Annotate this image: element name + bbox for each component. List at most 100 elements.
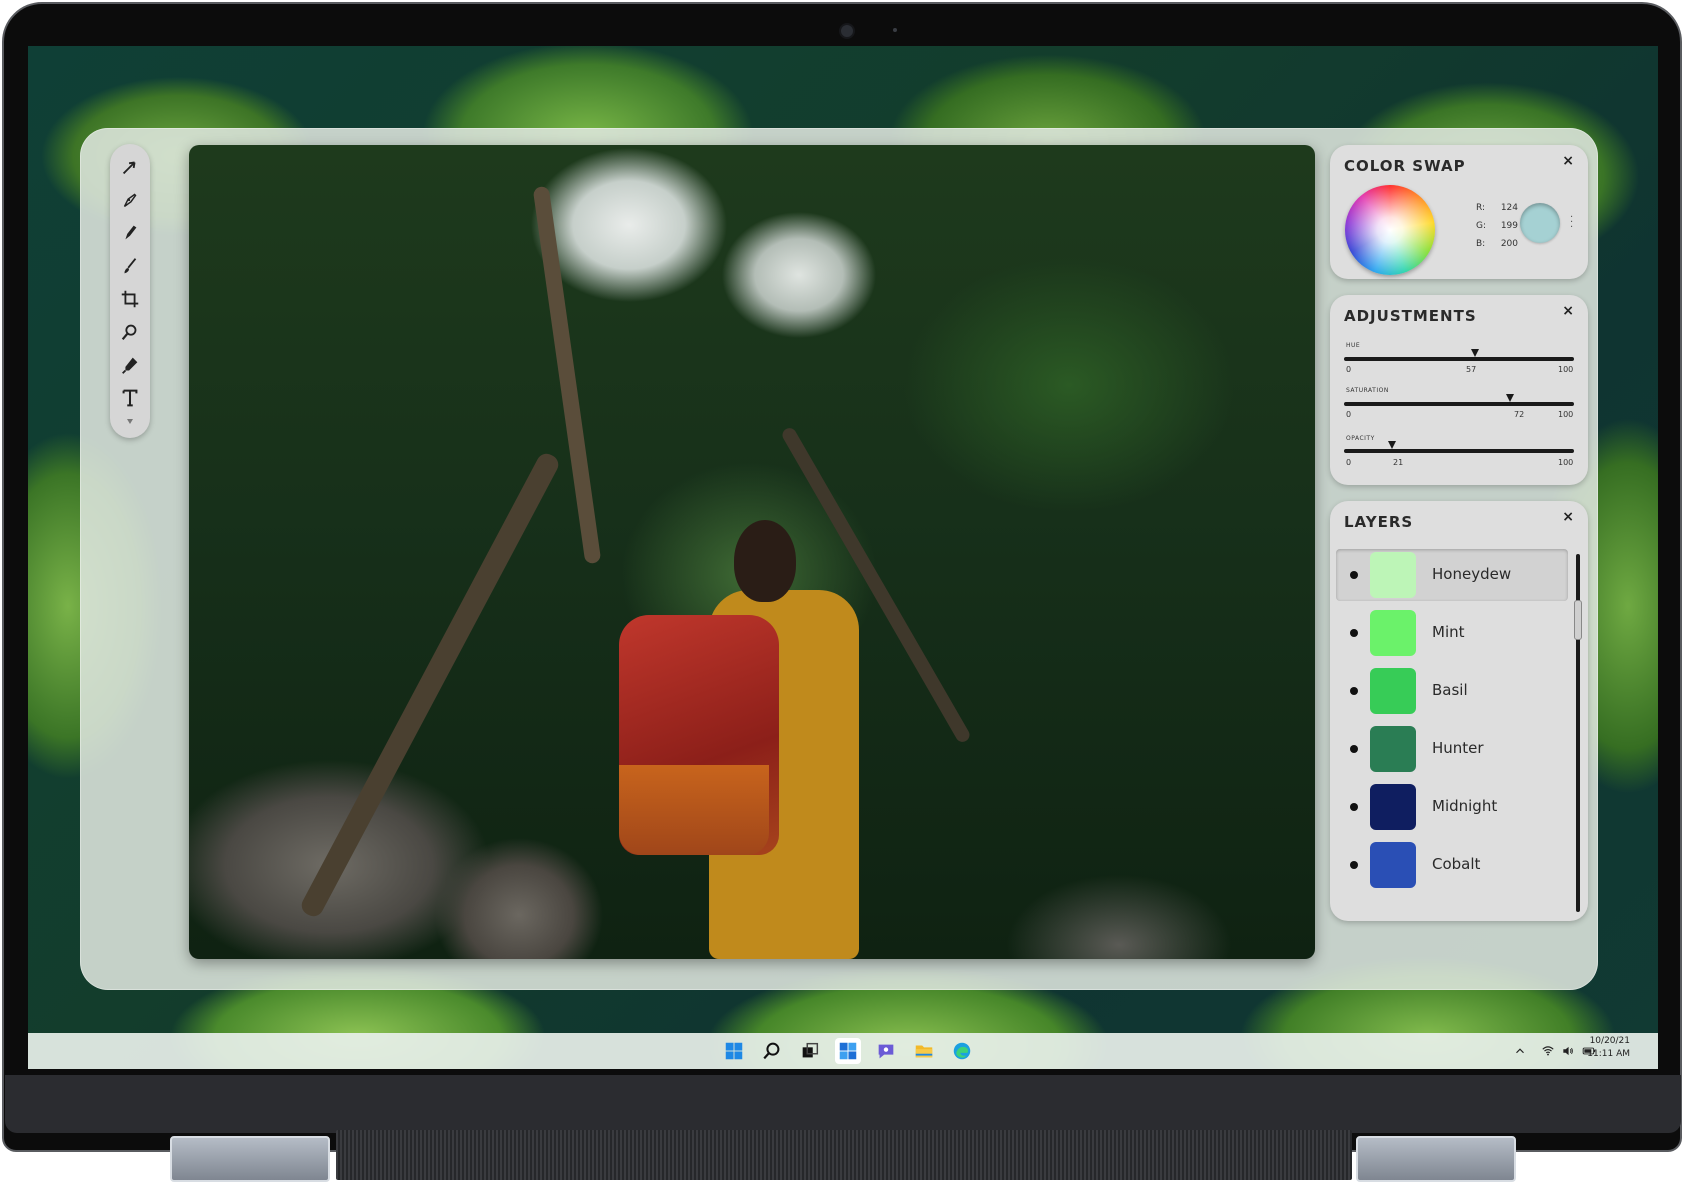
layers-panel: LAYERS × Honeydew Mint Basil Hunter Midn… [1330,501,1588,921]
wifi-icon [1542,1046,1554,1056]
saturation-slider[interactable] [1344,394,1574,406]
pointer-icon[interactable] [115,150,145,183]
zoom-icon[interactable] [115,315,145,348]
pencil-icon[interactable] [115,216,145,249]
green-label: G: [1476,221,1487,231]
green-readout: G: 199 [1476,221,1518,231]
layer-item-cobalt[interactable]: Cobalt [1336,839,1568,891]
color-swap-panel: COLOR SWAP × R: 124 G: 199 B: 200 · · · [1330,145,1588,279]
search-icon[interactable] [759,1038,785,1064]
layer-swatch [1370,842,1416,888]
layer-visibility-dot[interactable] [1350,687,1358,695]
close-icon[interactable]: × [1562,153,1574,169]
show-hidden-icons-icon[interactable] [1513,1044,1527,1058]
crop-icon[interactable] [115,282,145,315]
teams-chat-icon[interactable] [873,1038,899,1064]
more-tools-icon[interactable] [115,414,145,430]
layers-scrollbar-thumb[interactable] [1574,600,1582,640]
panel-title: LAYERS [1344,513,1414,531]
opacity-slider-thumb[interactable] [1388,441,1397,449]
tree-trunk [532,185,602,565]
layer-swatch [1370,726,1416,772]
taskbar-clock[interactable]: 10/20/21 11:11 AM [1587,1035,1630,1061]
layer-visibility-dot[interactable] [1350,861,1358,869]
brush-icon[interactable] [115,249,145,282]
saturation-slider-thumb[interactable] [1505,394,1514,402]
hue-max: 100 [1558,365,1574,374]
layer-visibility-dot[interactable] [1350,745,1358,753]
layer-name: Honeydew [1432,565,1512,583]
webcam-indicator [893,28,897,32]
widgets-icon[interactable] [835,1038,861,1064]
speaker-grille [336,1130,1352,1180]
layer-name: Cobalt [1432,855,1481,873]
layer-name: Midnight [1432,797,1498,815]
layer-swatch [1370,552,1416,598]
hue-slider[interactable] [1344,349,1574,361]
color-wheel[interactable] [1345,185,1435,275]
green-value: 199 [1500,221,1518,231]
task-view-icon[interactable] [797,1038,823,1064]
adjustments-panel: ADJUSTMENTS × HUE 0 57 100 SATURATION 0 … [1330,295,1588,485]
hue-min: 0 [1346,365,1352,374]
layers-scrollbar[interactable] [1574,554,1582,912]
hue-slider-thumb[interactable] [1471,349,1480,357]
hue-slider-label: HUE [1346,342,1361,349]
layer-item-hunter[interactable]: Hunter [1336,723,1568,775]
red-readout: R: 124 [1476,203,1518,213]
layer-name: Hunter [1432,739,1484,757]
red-label: R: [1476,203,1486,213]
saturation-min: 0 [1346,410,1352,419]
layer-visibility-dot[interactable] [1350,571,1358,579]
saturation-value: 72 [1514,410,1525,419]
eyedropper-icon[interactable] [115,348,145,381]
layer-item-basil[interactable]: Basil [1336,665,1568,717]
layer-swatch [1370,610,1416,656]
layer-item-honeydew[interactable]: Honeydew [1336,549,1568,601]
saturation-max: 100 [1558,410,1574,419]
blue-value: 200 [1500,239,1518,249]
laptop-bezel-bottom [5,1075,1681,1133]
pen-tool-icon[interactable] [115,183,145,216]
backpack-bottom [619,765,769,855]
blue-readout: B: 200 [1476,239,1518,249]
layer-swatch [1370,784,1416,830]
layer-item-midnight[interactable]: Midnight [1336,781,1568,833]
layer-visibility-dot[interactable] [1350,803,1358,811]
close-icon[interactable]: × [1562,303,1574,319]
tool-palette [110,144,150,438]
hue-value: 57 [1466,365,1477,374]
text-icon[interactable] [115,381,145,414]
edge-browser-icon[interactable] [949,1038,975,1064]
taskbar: 10/20/21 11:11 AM [28,1033,1658,1069]
blue-label: B: [1476,239,1486,249]
system-tray [1513,1042,1527,1060]
right-hinge [1356,1136,1516,1182]
opacity-min: 0 [1346,458,1352,467]
photo-editor-window: COLOR SWAP × R: 124 G: 199 B: 200 ··· [80,128,1598,990]
tree-trunk [298,450,562,920]
opacity-slider[interactable] [1344,441,1574,453]
webcam [839,23,855,39]
close-icon[interactable]: × [1562,509,1574,525]
layer-swatch [1370,668,1416,714]
file-explorer-icon[interactable] [911,1038,937,1064]
volume-icon [1563,1046,1573,1056]
layer-name: Mint [1432,623,1465,641]
left-hinge [170,1136,330,1182]
opacity-slider-label: OPACITY [1346,435,1375,442]
taskbar-time: 11:11 AM [1587,1049,1630,1059]
red-value: 124 [1500,203,1518,213]
panel-title: COLOR SWAP [1344,157,1466,175]
taskbar-date: 10/20/21 [1589,1036,1630,1046]
windows-start-icon[interactable] [721,1038,747,1064]
saturation-slider-label: SATURATION [1346,387,1389,394]
desktop-screen: COLOR SWAP × R: 124 G: 199 B: 200 ··· [28,46,1658,1069]
panel-title: ADJUSTMENTS [1344,307,1477,325]
more-options-icon[interactable]: · · · [1570,213,1574,233]
canvas-photo[interactable] [189,145,1315,959]
layer-item-mint[interactable]: Mint [1336,607,1568,659]
current-color-swatch[interactable] [1520,203,1560,243]
layer-visibility-dot[interactable] [1350,629,1358,637]
hiker-head [734,520,796,602]
